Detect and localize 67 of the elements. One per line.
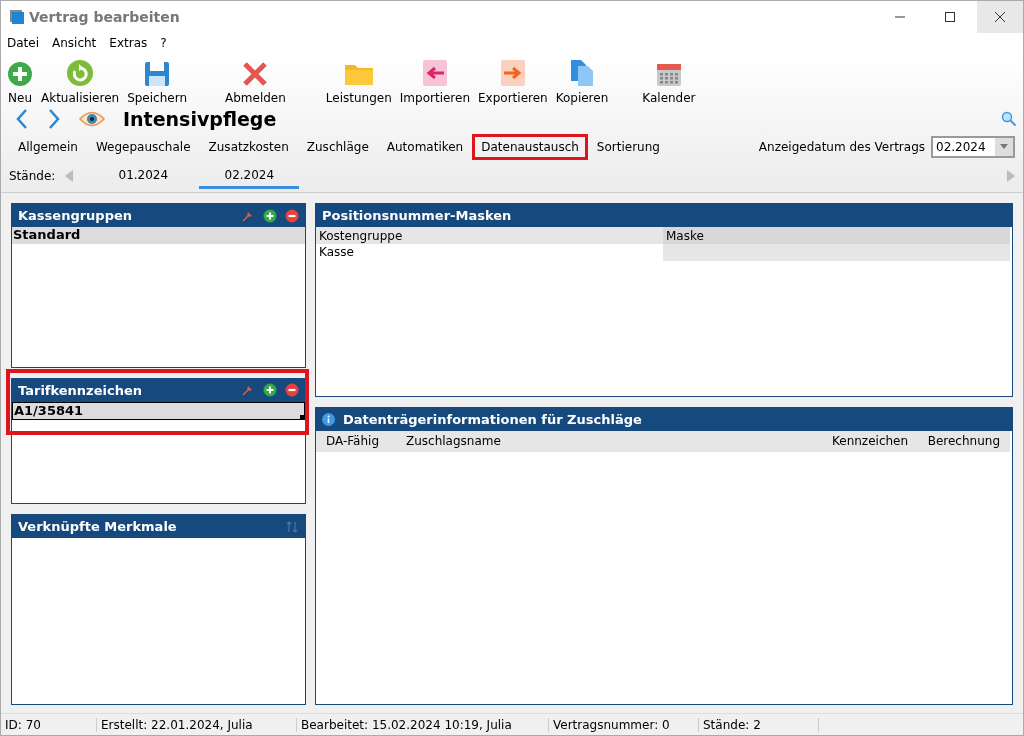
search-icon[interactable] [1001,111,1017,127]
date-dropdown[interactable]: 02.2024 [931,135,1015,158]
app-icon [9,9,25,25]
column-header: Kostengruppe [316,227,663,244]
dropdown-caret-icon [1000,144,1008,149]
plus-circle-icon [7,61,33,87]
menu-item[interactable]: ? [160,36,167,50]
close-icon [995,12,1005,22]
add-icon[interactable] [263,208,277,223]
scroll-right-icon[interactable] [1007,170,1015,182]
panel-title: Tarifkennzeichen [18,382,143,398]
status-item: ID: 70 [1,717,97,732]
tab[interactable]: Wegepauschale [86,133,200,160]
toolbar-button[interactable]: Abmelden [223,61,288,105]
tab[interactable]: Allgemein [9,133,87,160]
versions-label: Stände: [9,169,56,183]
panel-title: Positionsnummer-Masken [322,208,513,223]
remove-icon[interactable] [285,208,299,223]
add-icon[interactable] [263,383,277,398]
tab[interactable]: Zuschläge [297,133,378,160]
toolbar-button[interactable]: Kopieren [553,59,611,105]
toolbar-button[interactable]: Kalender [640,61,698,105]
status-item: Erstellt: 22.01.2024, Julia [97,717,297,732]
toolbar-button[interactable]: Importieren [397,59,472,105]
sort-icon[interactable] [285,519,299,534]
maximize-icon [945,12,955,22]
date-label: Anzeigedatum des Vertrags [758,139,925,154]
documents-icon [568,59,595,87]
menu-item[interactable]: Ansicht [52,36,97,50]
calendar-icon [655,61,682,87]
remove-icon[interactable] [285,383,299,398]
column-header: Zuschlagsname [396,430,822,452]
scroll-left-icon[interactable] [65,170,74,182]
panel-title: Kassengruppen [18,208,134,223]
tab[interactable]: Automatiken [377,133,473,160]
x-icon [242,61,269,87]
toolbar-button[interactable]: Aktualisieren [39,59,122,105]
column-header: Kennzeichen [822,430,914,452]
window-title: Vertrag bearbeiten [29,9,181,25]
status-item: Bearbeitet: 15.02.2024 10:19, Julia [297,717,549,732]
menu-item[interactable]: Datei [7,36,39,50]
version-tab[interactable]: 02.2024 [199,163,300,189]
column-header: DA-Fähig [316,430,396,452]
status-item: Stände: 2 [699,717,819,732]
info-icon [322,412,335,426]
status-item: Vertragsnummer: 0 [549,717,699,732]
toolbar-button[interactable]: Leistungen [323,61,394,105]
back-button[interactable] [15,108,29,130]
page-title: Intensivpflege [123,108,278,130]
list-row[interactable]: Standard [12,227,305,244]
tab[interactable]: Zusatzkosten [199,133,298,160]
eye-icon [79,110,105,128]
tab[interactable]: Datenaustausch [472,133,588,160]
column-header: Berechnung [914,430,1010,452]
tab[interactable]: Sortierung [587,133,669,160]
toolbar-button[interactable]: Speichern [125,61,189,105]
toolbar-button[interactable]: Neu [5,61,35,105]
version-tab[interactable]: 01.2024 [93,163,194,189]
menu-item[interactable]: Extras [109,36,148,50]
refresh-icon [66,59,95,87]
forward-button[interactable] [47,108,61,130]
toolbar-button[interactable]: Exportieren [476,59,550,105]
column-header: Maske [663,227,1010,244]
panel-title: Datenträgerinformationen für Zuschläge [343,411,643,427]
resize-handle-icon [300,414,304,419]
pin-icon[interactable] [241,383,255,398]
panel-title: Verknüpfte Merkmale [18,519,178,535]
